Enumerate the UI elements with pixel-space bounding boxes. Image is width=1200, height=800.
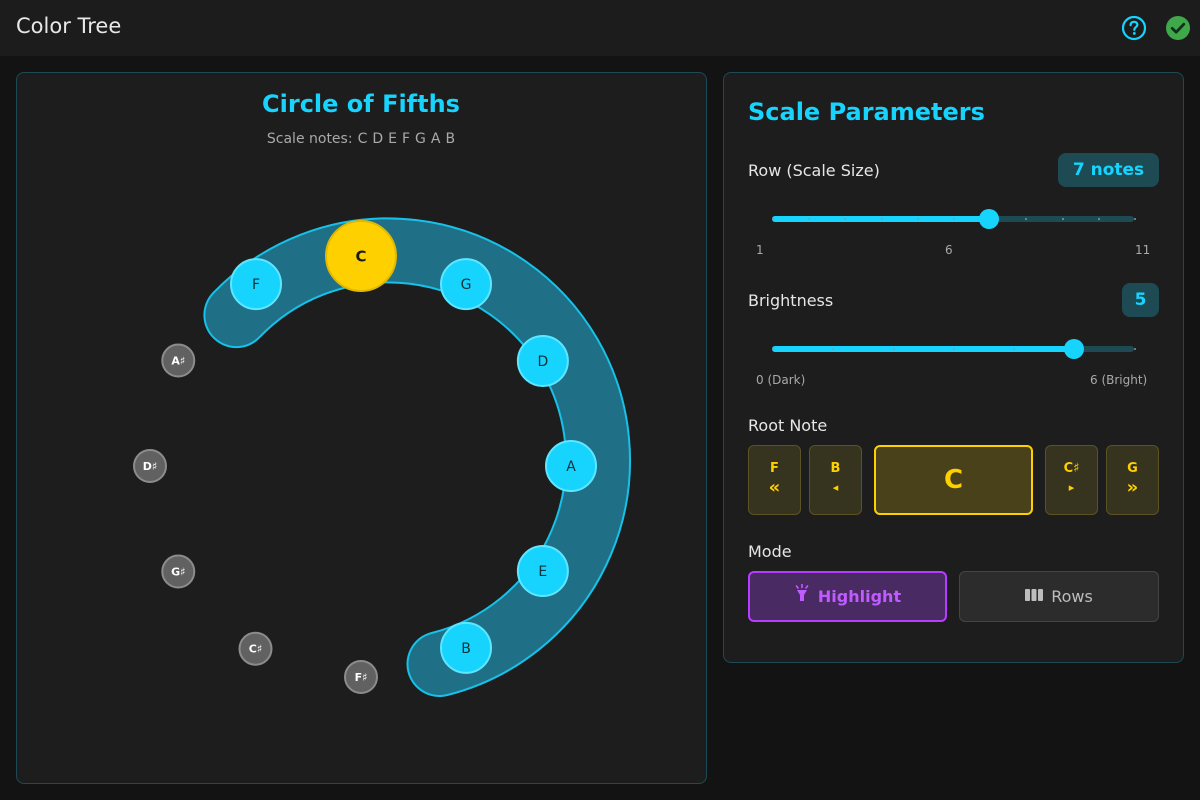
brightness-max-label: 6 (Bright) xyxy=(1090,373,1148,387)
double-chevron-right-icon: » xyxy=(1126,477,1139,498)
slider-tick xyxy=(953,348,955,350)
mode-highlight-button[interactable]: Highlight xyxy=(748,571,947,622)
note-label: G♯ xyxy=(171,565,185,578)
note-f[interactable]: F xyxy=(230,258,282,311)
note-d[interactable]: D xyxy=(516,335,569,387)
slider-tick xyxy=(953,218,955,220)
slider-tick xyxy=(1134,218,1136,220)
double-chevron-left-icon: « xyxy=(768,477,781,498)
current-root-note[interactable]: C xyxy=(874,445,1033,515)
note-b[interactable]: B xyxy=(440,621,492,674)
root-prev-fifth-button[interactable]: B ◂ xyxy=(809,445,862,515)
check-circle-icon xyxy=(1166,16,1190,40)
note-label: D xyxy=(537,354,548,370)
row-label: Row (Scale Size) xyxy=(748,161,880,180)
slider-tick xyxy=(892,348,895,350)
slider-tick xyxy=(772,348,774,350)
slider-tick xyxy=(916,218,919,220)
help-button[interactable] xyxy=(1121,15,1147,41)
mode-rows-button[interactable]: Rows xyxy=(959,571,1159,622)
columns-icon xyxy=(1025,572,1044,621)
row-mid-label: 6 xyxy=(945,243,953,257)
brightness-label: Brightness xyxy=(748,291,834,310)
mode-highlight-label: Highlight xyxy=(817,587,902,606)
params-title: Scale Parameters xyxy=(748,98,985,126)
brightness-min-label: 0 (Dark) xyxy=(756,373,806,387)
triangle-right-icon: ▸ xyxy=(1068,481,1075,494)
root-option-label: F xyxy=(770,461,779,476)
note-g-sharp[interactable]: G♯ xyxy=(161,554,196,589)
brightness-slider-thumb[interactable] xyxy=(1063,339,1084,359)
note-f-sharp[interactable]: F♯ xyxy=(344,660,378,694)
slider-tick xyxy=(1134,348,1136,350)
root-prev-fifth-2-button[interactable]: F « xyxy=(748,445,801,515)
note-label: A xyxy=(566,459,576,475)
confirm-button[interactable] xyxy=(1165,15,1191,41)
note-g[interactable]: G xyxy=(440,258,492,311)
brightness-slider-fill xyxy=(772,346,1074,352)
root-note-label: Root Note xyxy=(748,416,828,435)
note-label: B xyxy=(461,641,471,657)
root-option-label: B xyxy=(830,461,841,476)
note-a[interactable]: A xyxy=(545,440,597,492)
note-c[interactable]: C xyxy=(325,220,397,292)
row-min-label: 1 xyxy=(756,243,764,257)
note-a-sharp[interactable]: A♯ xyxy=(161,343,196,378)
note-label: C♯ xyxy=(249,643,262,656)
note-e[interactable]: E xyxy=(516,545,569,597)
slider-tick xyxy=(1061,218,1064,220)
note-c-sharp[interactable]: C♯ xyxy=(238,631,273,666)
triangle-left-icon: ◂ xyxy=(832,481,839,494)
flashlight-icon xyxy=(794,573,810,620)
note-label: F♯ xyxy=(355,671,368,684)
mode-rows-label: Rows xyxy=(1051,587,1093,606)
note-label: G xyxy=(461,277,472,293)
slider-tick xyxy=(772,218,774,220)
note-label: D♯ xyxy=(143,460,157,473)
note-label: F xyxy=(252,277,260,293)
root-option-label: G xyxy=(1127,461,1138,476)
mode-label: Mode xyxy=(748,542,792,561)
row-max-label: 11 xyxy=(1135,243,1151,257)
note-d-sharp[interactable]: D♯ xyxy=(133,449,167,483)
help-circle-icon xyxy=(1121,15,1147,41)
note-label: E xyxy=(538,564,547,580)
brightness-value-badge: 5 xyxy=(1122,283,1159,317)
circle-of-fifths: C G D A E B F♯ C♯ G♯ D♯ A♯ F xyxy=(133,217,631,697)
row-value-badge: 7 notes xyxy=(1058,153,1159,187)
slider-tick xyxy=(880,218,883,220)
note-label: C xyxy=(355,247,366,265)
slider-tick xyxy=(1097,218,1100,220)
note-label: A♯ xyxy=(171,354,185,367)
root-next-fifth-2-button[interactable]: G » xyxy=(1106,445,1159,515)
brightness-slider[interactable] xyxy=(772,339,1136,359)
root-option-label: C♯ xyxy=(1063,461,1080,476)
root-next-fifth-button[interactable]: C♯ ▸ xyxy=(1045,445,1098,515)
row-slider[interactable] xyxy=(772,209,1136,229)
